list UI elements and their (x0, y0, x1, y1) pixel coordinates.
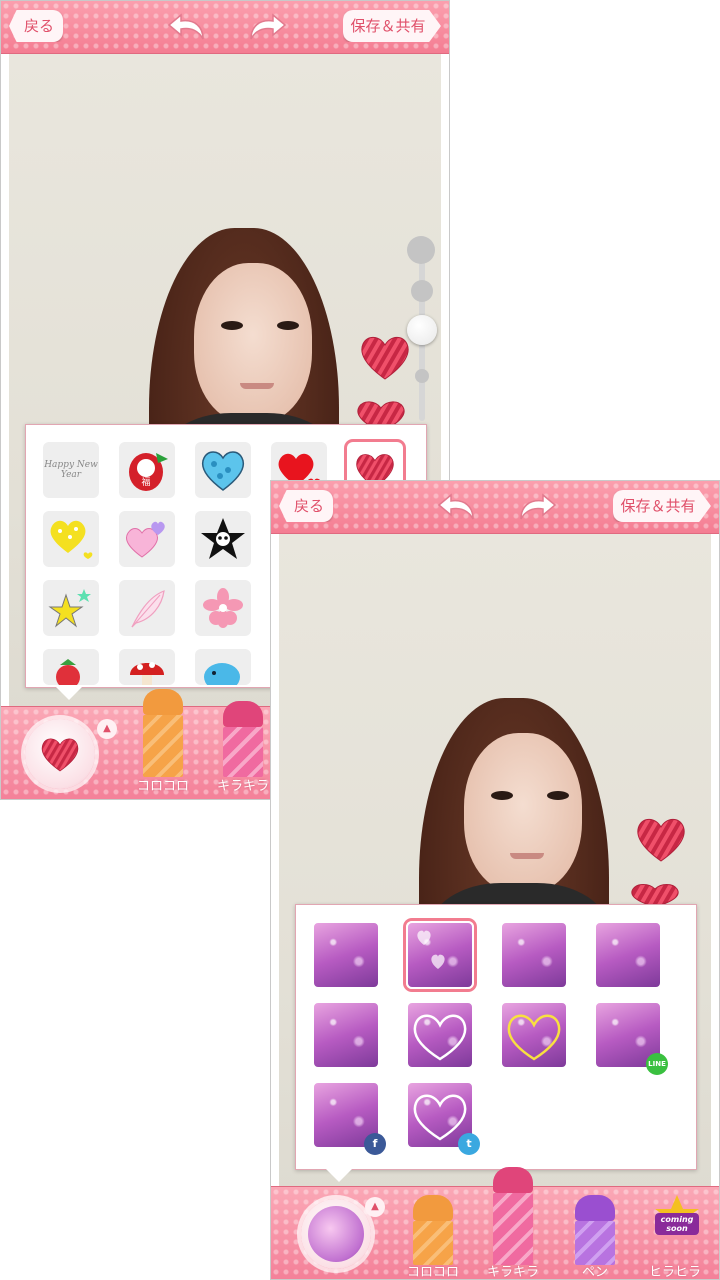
blue-heart-icon (201, 451, 245, 491)
expand-panel-button[interactable]: ▲ (97, 719, 117, 739)
pink-hearts-sticker[interactable] (119, 511, 175, 567)
tool-body (223, 727, 263, 777)
love-heart-icon (413, 1014, 467, 1061)
daruma-sticker[interactable]: 福 (119, 442, 175, 498)
effect-panel: LINE f t (295, 904, 697, 1170)
gold-heart-icon (507, 1014, 561, 1061)
tool-kirakira[interactable]: キラキラ (217, 701, 269, 794)
effect-stars-line[interactable]: LINE (594, 1001, 668, 1075)
skull-star-icon (201, 518, 245, 559)
mushroom-sticker[interactable] (119, 649, 175, 685)
twitter-badge-icon: t (458, 1133, 480, 1155)
tool-pen[interactable]: ペン (575, 1195, 615, 1279)
tool-korokoro[interactable]: コロコロ (407, 1195, 459, 1279)
tool-body (413, 1221, 453, 1265)
tool-label: ペン (581, 1265, 608, 1280)
sakura-icon (203, 588, 243, 628)
coming-soon-label: coming soon (660, 1215, 694, 1233)
tool-cap (493, 1167, 533, 1193)
right-eye (547, 791, 569, 800)
sakura-sticker[interactable] (195, 580, 251, 636)
tool-label: コロコロ (406, 1265, 459, 1280)
undo-icon[interactable] (437, 491, 477, 523)
feather-icon (131, 590, 165, 628)
effect-bokeh-3[interactable] (594, 921, 662, 989)
mushroom-icon (130, 662, 164, 685)
size-step-large[interactable] (407, 236, 435, 264)
back-button[interactable]: 戻る (279, 490, 333, 522)
tool-body (575, 1221, 615, 1265)
svg-text:福: 福 (141, 476, 150, 488)
size-step-small[interactable] (415, 369, 429, 383)
tool-korokoro[interactable]: コロコロ (137, 689, 189, 794)
tool-label: キラキラ (486, 1265, 539, 1280)
striped-heart-sticker-placed[interactable] (359, 333, 411, 381)
daruma-icon: 福 (129, 453, 168, 491)
effect-hearts-bokeh[interactable] (406, 921, 474, 989)
mouth (240, 383, 274, 389)
skull-star-sticker[interactable] (195, 511, 251, 567)
hearts-icon (417, 930, 445, 969)
panel-pointer (325, 1168, 353, 1182)
effect-bokeh-4[interactable] (312, 1001, 380, 1069)
yellow-heart-sticker[interactable] (43, 511, 99, 567)
effect-preview (308, 1206, 364, 1262)
effect-love-heart-gold[interactable] (500, 1001, 568, 1069)
tool-label: コロコロ (136, 779, 189, 794)
right-eye (277, 321, 299, 330)
current-stamp-button[interactable] (25, 719, 95, 789)
yellow-star-icon (48, 589, 91, 628)
tool-kirakira[interactable]: キラキラ (487, 1167, 539, 1279)
mouth (510, 853, 544, 859)
facebook-badge-icon: f (364, 1133, 386, 1155)
tool-body (493, 1193, 533, 1265)
current-effect-button[interactable] (301, 1199, 371, 1269)
happy-new-year-text: Happy New Year (44, 460, 98, 480)
left-eye (491, 791, 513, 800)
save-share-button[interactable]: 保存＆共有 (613, 490, 711, 522)
elephant-icon (204, 663, 240, 685)
happy-new-year-sticker[interactable]: Happy New Year (43, 442, 99, 498)
top-toolbar: 戻る 保存＆共有 (271, 481, 719, 534)
tool-cap (413, 1195, 453, 1221)
effect-love-twitter[interactable]: t (406, 1081, 480, 1155)
face (464, 733, 582, 893)
effect-bokeh-1[interactable] (312, 921, 380, 989)
tool-cap (575, 1195, 615, 1221)
size-step-medium[interactable] (411, 280, 433, 302)
yellow-star-sticker[interactable] (43, 580, 99, 636)
tool-body (143, 715, 183, 777)
tool-hirahira[interactable]: coming soon ヒラヒラ (649, 1195, 701, 1279)
size-slider-knob[interactable] (407, 315, 437, 345)
panel-pointer (55, 686, 83, 700)
left-eye (221, 321, 243, 330)
strawberry-sticker[interactable] (43, 649, 99, 685)
redo-icon[interactable] (517, 491, 557, 523)
bottom-toolbar: ▲ コロコロ キラキラ ペン coming soon ヒラヒラ (271, 1167, 719, 1279)
save-share-button[interactable]: 保存＆共有 (343, 10, 441, 42)
strawberry-icon (56, 659, 80, 685)
effect-love-heart[interactable] (406, 1001, 474, 1069)
effect-editor-screen: 戻る 保存＆共有 LINE f t ▲ コロコロ キラキラ ペン coming … (270, 480, 720, 1280)
yellow-heart-icon (50, 520, 93, 559)
effect-stars-facebook[interactable]: f (312, 1081, 386, 1155)
tool-label: ヒラヒラ (648, 1265, 701, 1280)
expand-panel-button[interactable]: ▲ (365, 1197, 385, 1217)
tool-cap (143, 689, 183, 715)
effect-bokeh-2[interactable] (500, 921, 568, 989)
striped-heart-sticker-placed[interactable] (635, 815, 687, 863)
undo-icon[interactable] (167, 11, 207, 43)
feather-sticker[interactable] (119, 580, 175, 636)
striped-heart-icon (41, 738, 79, 772)
redo-icon[interactable] (247, 11, 287, 43)
back-button[interactable]: 戻る (9, 10, 63, 42)
top-toolbar: 戻る 保存＆共有 (1, 1, 449, 54)
face (194, 263, 312, 423)
pink-heart-icon (126, 521, 165, 558)
tool-cap (223, 701, 263, 727)
blue-polka-heart-sticker[interactable] (195, 442, 251, 498)
line-badge-icon: LINE (646, 1053, 668, 1075)
blue-elephant-sticker[interactable] (195, 649, 251, 685)
